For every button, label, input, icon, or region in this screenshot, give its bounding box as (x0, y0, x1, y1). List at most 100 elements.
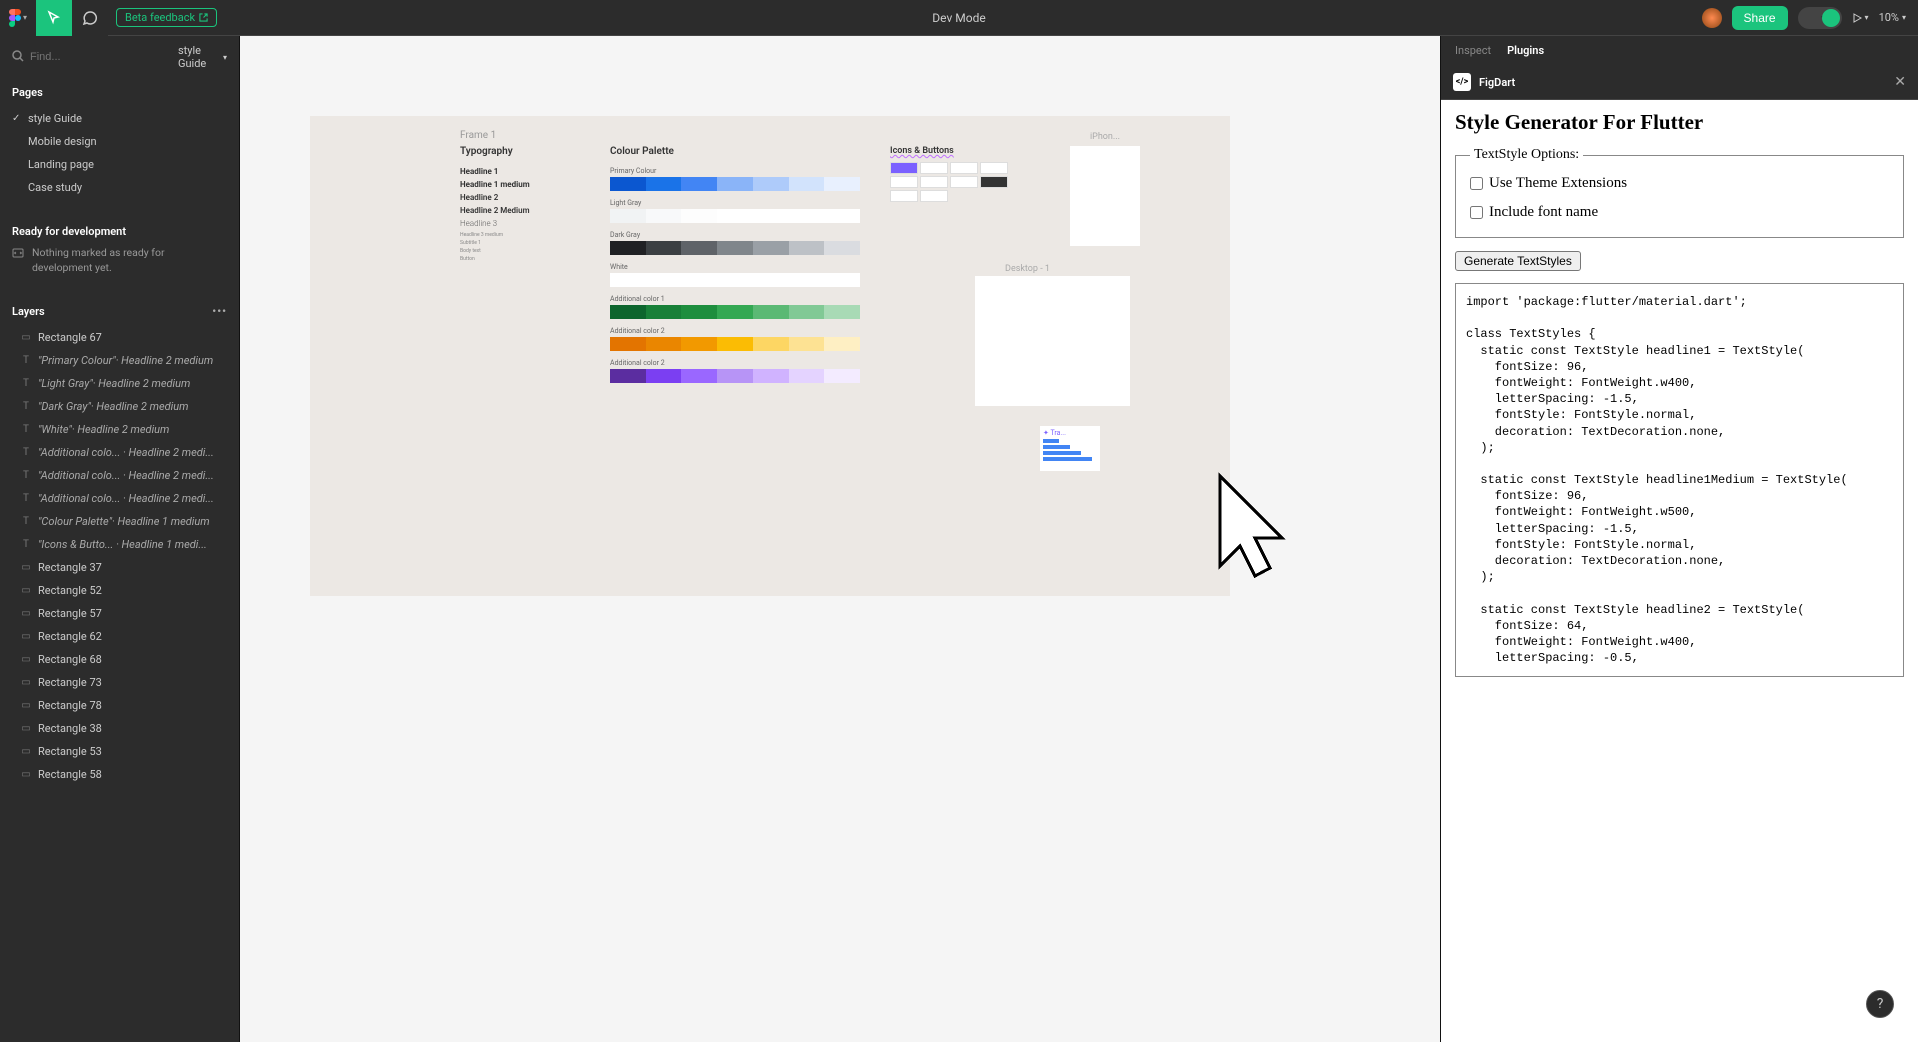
palette-swatch[interactable] (610, 369, 646, 383)
frame-styleguide[interactable]: Frame 1 Typography Headline 1 Headline 1… (310, 116, 1230, 596)
checkbox-include-font-name-input[interactable] (1470, 206, 1483, 219)
beta-feedback-button[interactable]: Beta feedback (116, 8, 217, 27)
palette-swatch[interactable] (646, 241, 682, 255)
layer-item[interactable]: T"Additional colo... · Headline 2 medi..… (0, 464, 239, 487)
palette-swatch[interactable] (824, 273, 860, 287)
palette-swatch[interactable] (717, 337, 753, 351)
palette-swatch[interactable] (646, 305, 682, 319)
palette-swatch[interactable] (610, 177, 646, 191)
palette-swatch[interactable] (753, 177, 789, 191)
palette-swatch[interactable] (646, 337, 682, 351)
checkbox-theme-extensions-input[interactable] (1470, 177, 1483, 190)
layer-item[interactable]: ▭Rectangle 73 (0, 671, 239, 694)
palette-swatch[interactable] (824, 369, 860, 383)
zoom-dropdown[interactable]: 10% ▾ (1879, 11, 1906, 24)
document-title[interactable]: Dev Mode (932, 11, 985, 25)
generate-textstyles-button[interactable]: Generate TextStyles (1455, 251, 1581, 271)
page-item[interactable]: Mobile design (0, 130, 239, 153)
palette-swatch[interactable] (789, 337, 825, 351)
page-item[interactable]: style Guide (0, 107, 239, 130)
palette-swatch[interactable] (717, 241, 753, 255)
layer-item[interactable]: ▭Rectangle 68 (0, 648, 239, 671)
palette-swatch[interactable] (789, 241, 825, 255)
palette-swatch[interactable] (753, 209, 789, 223)
palette-swatch[interactable] (681, 177, 717, 191)
palette-swatch[interactable] (646, 177, 682, 191)
layer-item[interactable]: ▭Rectangle 57 (0, 602, 239, 625)
help-button[interactable]: ? (1866, 990, 1894, 1018)
palette-swatch[interactable] (610, 337, 646, 351)
layer-item[interactable]: ▭Rectangle 38 (0, 717, 239, 740)
layer-item[interactable]: ▭Rectangle 58 (0, 763, 239, 786)
layer-item[interactable]: ▭Rectangle 62 (0, 625, 239, 648)
layer-item[interactable]: ▭Rectangle 53 (0, 740, 239, 763)
palette-swatch[interactable] (610, 209, 646, 223)
layer-item[interactable]: ▭Rectangle 37 (0, 556, 239, 579)
palette-swatch[interactable] (824, 241, 860, 255)
phone-frame[interactable] (1070, 146, 1140, 246)
close-plugin-button[interactable]: ✕ (1894, 74, 1906, 90)
palette-swatch[interactable] (681, 337, 717, 351)
palette-swatch[interactable] (824, 209, 860, 223)
palette-swatch[interactable] (824, 305, 860, 319)
checkbox-include-font-name[interactable]: Include font name (1470, 204, 1889, 221)
layer-item[interactable]: T"Light Gray"· Headline 2 medium (0, 372, 239, 395)
palette-swatch[interactable] (610, 305, 646, 319)
layers-menu-icon[interactable]: ••• (212, 305, 227, 318)
layer-item[interactable]: T"Additional colo... · Headline 2 medi..… (0, 487, 239, 510)
palette-swatch[interactable] (646, 369, 682, 383)
dev-mode-toggle[interactable]: </> (1798, 7, 1842, 29)
checkbox-theme-extensions[interactable]: Use Theme Extensions (1470, 175, 1889, 192)
palette-swatch[interactable] (681, 241, 717, 255)
palette-swatch[interactable] (753, 305, 789, 319)
palette-swatch[interactable] (753, 369, 789, 383)
palette-swatch[interactable] (681, 209, 717, 223)
palette-swatch[interactable] (753, 241, 789, 255)
palette-swatch[interactable] (789, 369, 825, 383)
palette-swatch[interactable] (681, 369, 717, 383)
present-button[interactable]: ▾ (1852, 13, 1869, 23)
generated-code-output[interactable]: import 'package:flutter/material.dart'; … (1455, 283, 1904, 677)
palette-swatch[interactable] (717, 209, 753, 223)
palette-swatch[interactable] (789, 209, 825, 223)
layer-item[interactable]: T"Colour Palette"· Headline 1 medium (0, 510, 239, 533)
palette-swatch[interactable] (789, 273, 825, 287)
palette-swatch[interactable] (717, 273, 753, 287)
desktop-frame[interactable] (975, 276, 1130, 406)
comment-tool-button[interactable] (72, 0, 108, 36)
palette-swatch[interactable] (824, 337, 860, 351)
search-input[interactable] (30, 51, 172, 63)
palette-swatch[interactable] (717, 177, 753, 191)
user-avatar[interactable] (1702, 8, 1722, 28)
tra-widget[interactable]: ✦ Tra... (1040, 426, 1100, 471)
layer-item[interactable]: T"Icons & Butto... · Headline 1 medi... (0, 533, 239, 556)
share-button[interactable]: Share (1732, 6, 1788, 30)
palette-swatch[interactable] (646, 273, 682, 287)
main-menu-button[interactable]: ▾ (0, 0, 36, 36)
palette-swatch[interactable] (717, 369, 753, 383)
layer-item[interactable]: T"Primary Colour"· Headline 2 medium (0, 349, 239, 372)
layer-item[interactable]: ▭Rectangle 52 (0, 579, 239, 602)
palette-swatch[interactable] (824, 177, 860, 191)
palette-swatch[interactable] (610, 273, 646, 287)
page-item[interactable]: Landing page (0, 153, 239, 176)
tab-plugins[interactable]: Plugins (1507, 44, 1544, 57)
layer-item[interactable]: ▭Rectangle 78 (0, 694, 239, 717)
palette-swatch[interactable] (753, 337, 789, 351)
layer-item[interactable]: T"Dark Gray"· Headline 2 medium (0, 395, 239, 418)
layer-item[interactable]: ▭Rectangle 67 (0, 326, 239, 349)
palette-swatch[interactable] (717, 305, 753, 319)
palette-swatch[interactable] (681, 305, 717, 319)
layer-item[interactable]: T"Additional colo... · Headline 2 medi..… (0, 441, 239, 464)
page-item[interactable]: Case study (0, 176, 239, 199)
palette-swatch[interactable] (789, 177, 825, 191)
palette-swatch[interactable] (646, 209, 682, 223)
palette-swatch[interactable] (789, 305, 825, 319)
layer-item[interactable]: T"White"· Headline 2 medium (0, 418, 239, 441)
canvas[interactable]: Frame 1 Typography Headline 1 Headline 1… (240, 36, 1440, 1042)
palette-swatch[interactable] (753, 273, 789, 287)
palette-swatch[interactable] (681, 273, 717, 287)
dev-mode-tool-button[interactable] (36, 0, 72, 36)
palette-swatch[interactable] (610, 241, 646, 255)
page-selector-dropdown[interactable]: style Guide ▾ (178, 44, 227, 70)
